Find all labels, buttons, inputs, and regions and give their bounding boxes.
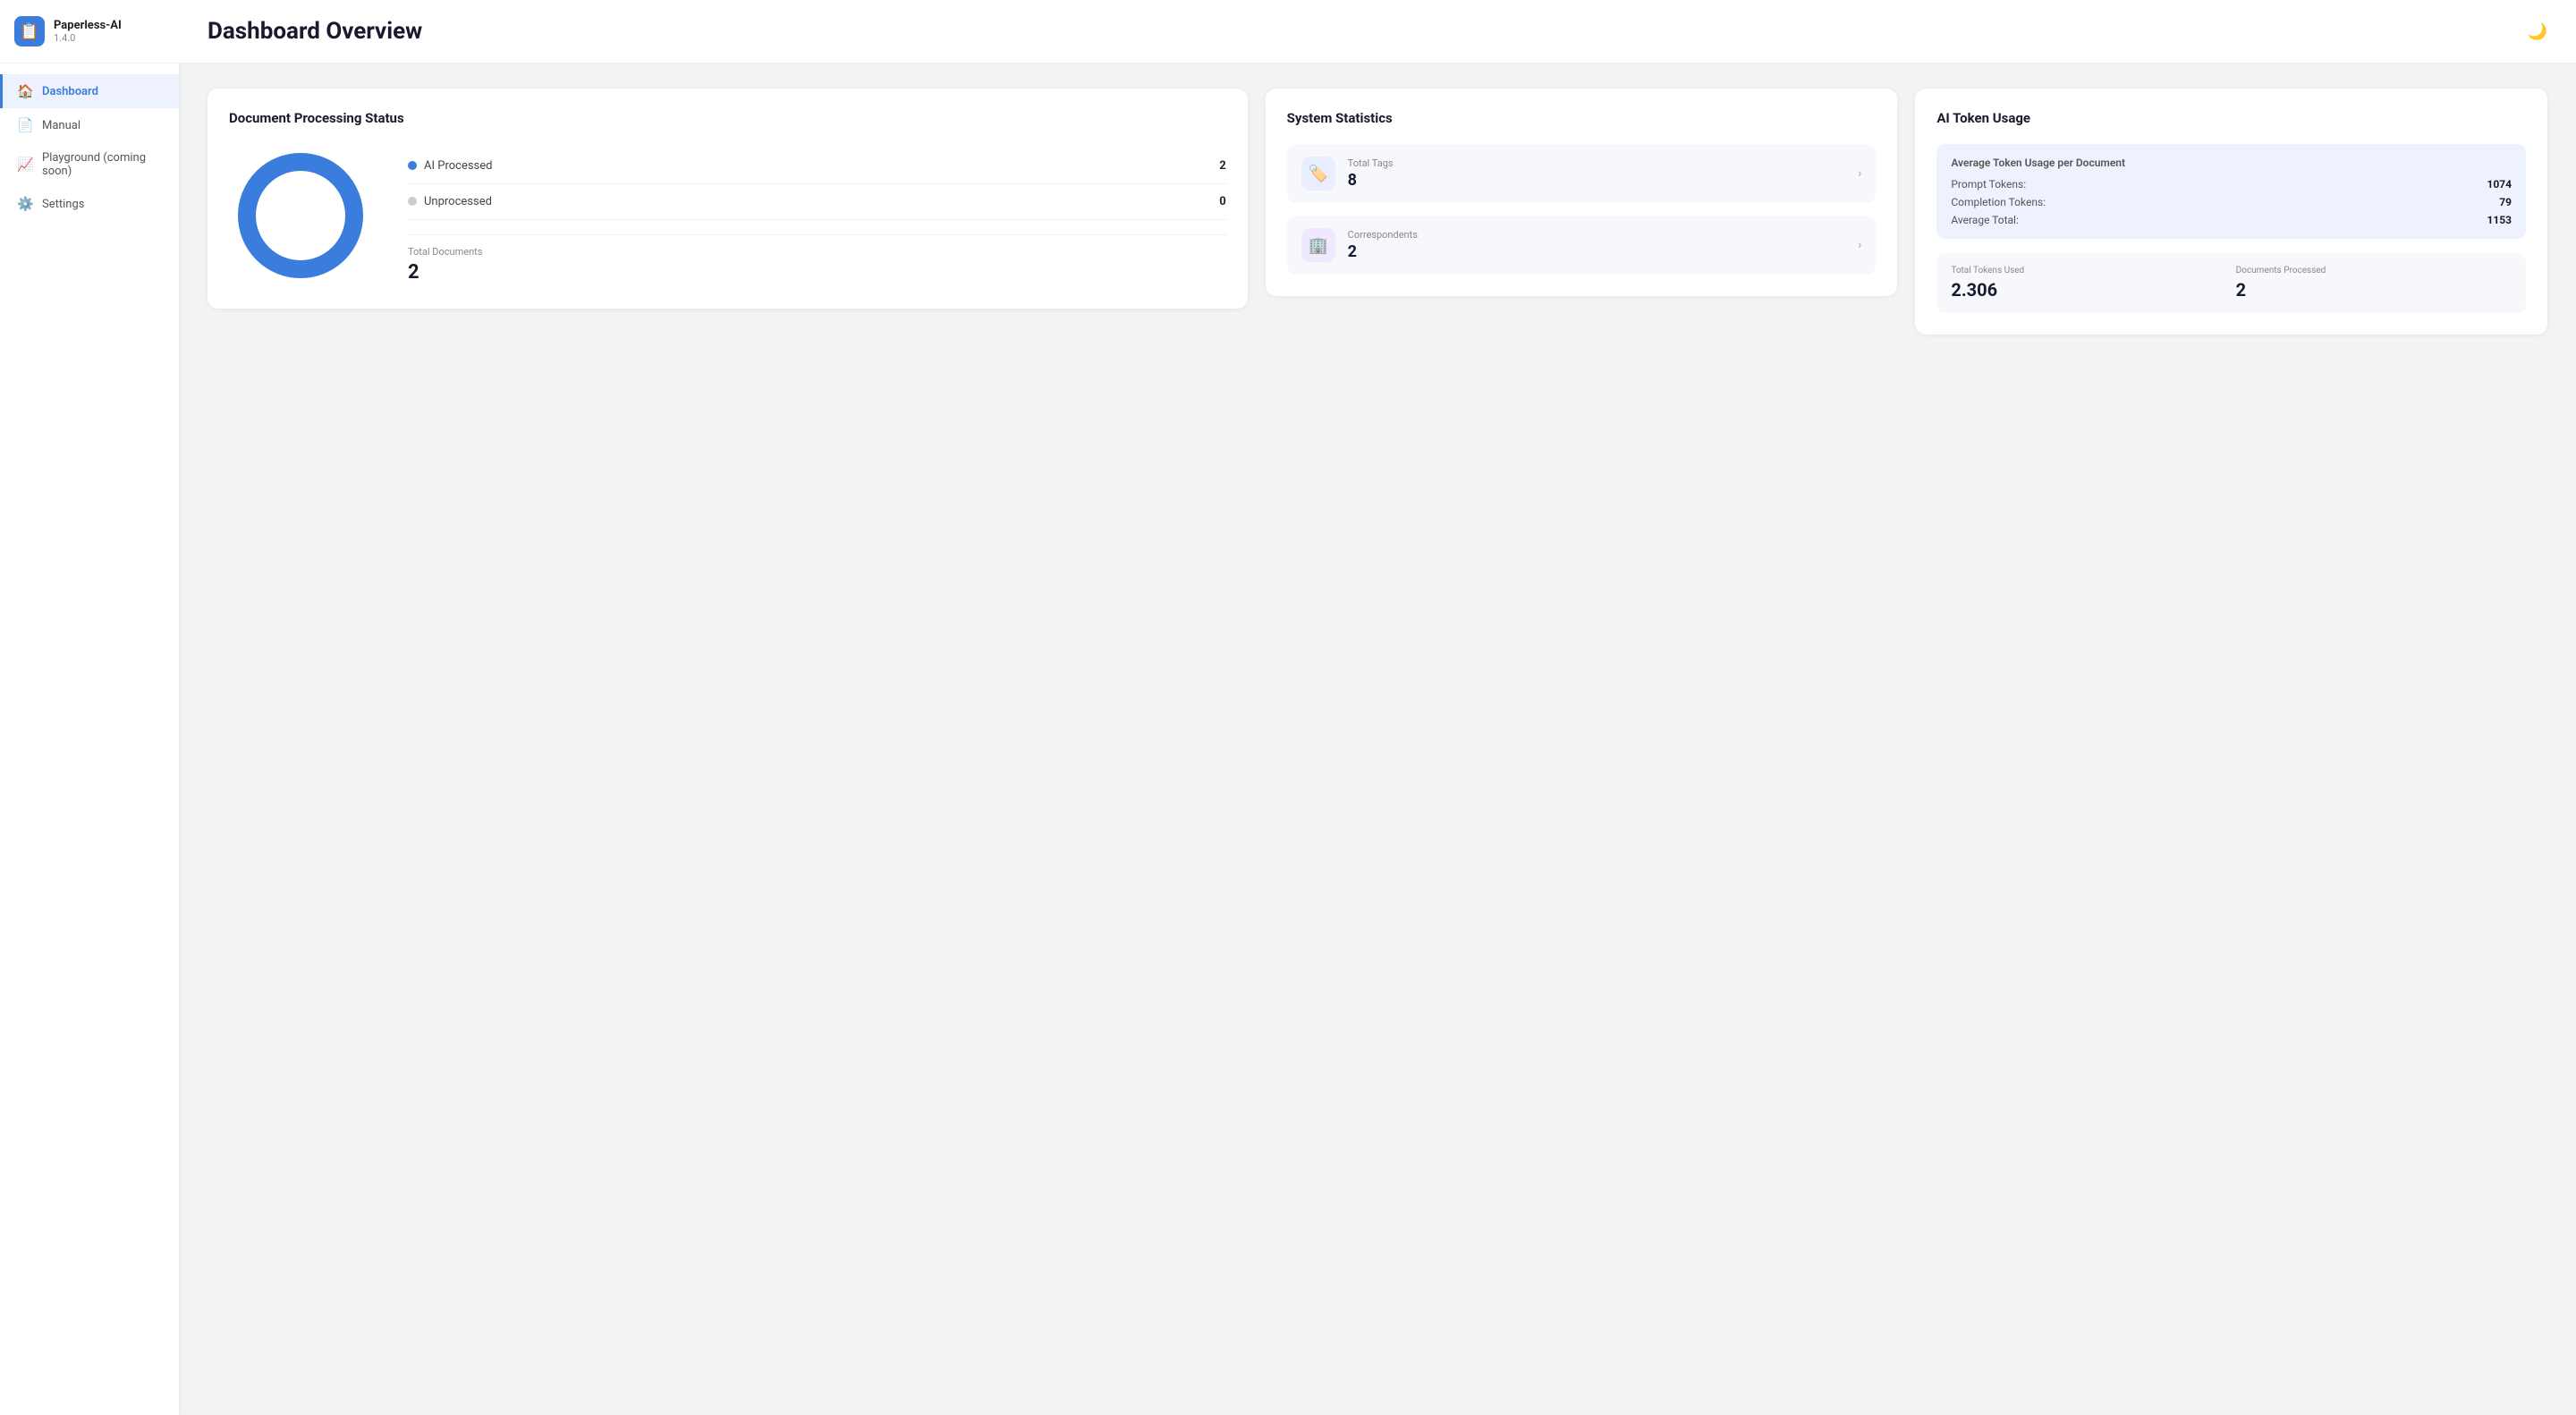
system-stats-card: System Statistics 🏷️ Total Tags 8 › 🏢 bbox=[1266, 89, 1898, 296]
token-row-completion: Completion Tokens: 79 bbox=[1951, 196, 2512, 208]
processing-status-card: Document Processing Status AI Pro bbox=[208, 89, 1248, 309]
sidebar-label-settings: Settings bbox=[42, 198, 84, 211]
stat-corr-left: 🏢 Correspondents 2 bbox=[1301, 228, 1418, 262]
stats-card-title: System Statistics bbox=[1287, 110, 1877, 126]
total-docs-label: Total Documents bbox=[408, 246, 1226, 258]
main-content: Dashboard Overview 🌙 Document Processing… bbox=[179, 0, 2576, 1415]
token-row-avg-total: Average Total: 1153 bbox=[1951, 214, 2512, 226]
legend-left-processed: AI Processed bbox=[408, 159, 492, 173]
app-logo: 📋 Paperless-AI 1.4.0 bbox=[0, 0, 179, 64]
tags-label: Total Tags bbox=[1348, 157, 1394, 169]
donut-chart bbox=[229, 144, 372, 287]
playground-icon: 📈 bbox=[17, 157, 33, 173]
corr-icon-wrap: 🏢 bbox=[1301, 228, 1335, 262]
processing-body: AI Processed 2 Unprocessed 0 Total Docum… bbox=[229, 144, 1226, 287]
app-logo-icon: 📋 bbox=[14, 16, 45, 47]
sidebar-label-dashboard: Dashboard bbox=[42, 85, 98, 98]
corr-label: Correspondents bbox=[1348, 229, 1418, 241]
legend-area: AI Processed 2 Unprocessed 0 Total Docum… bbox=[408, 148, 1226, 284]
stat-item-correspondents[interactable]: 🏢 Correspondents 2 › bbox=[1287, 216, 1877, 275]
dashboard-content: Document Processing Status AI Pro bbox=[179, 64, 2576, 360]
legend-item-processed: AI Processed 2 bbox=[408, 148, 1226, 184]
corr-value: 2 bbox=[1348, 242, 1418, 261]
token-totals-box: Total Tokens Used 2.306 Documents Proces… bbox=[1936, 253, 2526, 313]
legend-left-unprocessed: Unprocessed bbox=[408, 195, 492, 208]
processed-value: 2 bbox=[1219, 159, 1225, 173]
total-docs-value: 2 bbox=[408, 261, 1226, 284]
prompt-tokens-label: Prompt Tokens: bbox=[1951, 178, 2026, 191]
token-avg-box: Average Token Usage per Document Prompt … bbox=[1936, 144, 2526, 239]
stat-tags-info: Total Tags 8 bbox=[1348, 157, 1394, 190]
token-totals-grid: Total Tokens Used 2.306 Documents Proces… bbox=[1951, 266, 2512, 301]
page-title: Dashboard Overview bbox=[208, 18, 422, 45]
sidebar-label-manual: Manual bbox=[42, 119, 80, 132]
docs-processed-label: Documents Processed bbox=[2236, 266, 2512, 275]
correspondents-icon: 🏢 bbox=[1308, 236, 1327, 255]
legend-item-unprocessed: Unprocessed 0 bbox=[408, 184, 1226, 220]
avg-total-label: Average Total: bbox=[1951, 214, 2019, 226]
processed-dot bbox=[408, 161, 417, 170]
token-usage-card: AI Token Usage Average Token Usage per D… bbox=[1915, 89, 2547, 335]
token-avg-title: Average Token Usage per Document bbox=[1951, 157, 2512, 169]
sidebar-item-manual[interactable]: 📄 Manual bbox=[0, 108, 179, 142]
manual-icon: 📄 bbox=[17, 117, 33, 133]
topbar: Dashboard Overview 🌙 bbox=[179, 0, 2576, 64]
tokens-card-title: AI Token Usage bbox=[1936, 110, 2526, 126]
corr-chevron-icon: › bbox=[1858, 238, 1861, 252]
sidebar-nav: 🏠 Dashboard 📄 Manual 📈 Playground (comin… bbox=[0, 64, 179, 1415]
sidebar-item-dashboard[interactable]: 🏠 Dashboard bbox=[0, 74, 179, 108]
processed-label: AI Processed bbox=[424, 159, 492, 173]
total-docs-section: Total Documents 2 bbox=[408, 234, 1226, 284]
total-tokens-label: Total Tokens Used bbox=[1951, 266, 2226, 275]
docs-processed-value: 2 bbox=[2236, 279, 2512, 301]
docs-processed-total: Documents Processed 2 bbox=[2236, 266, 2512, 301]
app-logo-text: Paperless-AI 1.4.0 bbox=[54, 19, 122, 44]
token-row-prompt: Prompt Tokens: 1074 bbox=[1951, 178, 2512, 191]
total-tokens-value: 2.306 bbox=[1951, 279, 2226, 301]
dark-mode-toggle[interactable]: 🌙 bbox=[2528, 22, 2547, 41]
tags-chevron-icon: › bbox=[1858, 166, 1861, 181]
app-name: Paperless-AI bbox=[54, 19, 122, 32]
sidebar-item-playground[interactable]: 📈 Playground (coming soon) bbox=[0, 142, 179, 187]
unprocessed-dot bbox=[408, 197, 417, 206]
unprocessed-value: 0 bbox=[1219, 195, 1225, 208]
completion-tokens-label: Completion Tokens: bbox=[1951, 196, 2046, 208]
tags-icon: 🏷️ bbox=[1308, 165, 1327, 183]
sidebar-item-settings[interactable]: ⚙️ Settings bbox=[0, 187, 179, 221]
total-tokens-used: Total Tokens Used 2.306 bbox=[1951, 266, 2226, 301]
sidebar-label-playground: Playground (coming soon) bbox=[42, 151, 165, 178]
settings-icon: ⚙️ bbox=[17, 196, 33, 212]
avg-total-value: 1153 bbox=[2487, 214, 2512, 226]
processing-card-title: Document Processing Status bbox=[229, 110, 1226, 126]
stat-item-tags[interactable]: 🏷️ Total Tags 8 › bbox=[1287, 144, 1877, 203]
home-icon: 🏠 bbox=[17, 83, 33, 99]
unprocessed-label: Unprocessed bbox=[424, 195, 492, 208]
tags-value: 8 bbox=[1348, 171, 1394, 190]
stat-corr-info: Correspondents 2 bbox=[1348, 229, 1418, 261]
stat-tags-left: 🏷️ Total Tags 8 bbox=[1301, 157, 1394, 191]
completion-tokens-value: 79 bbox=[2499, 196, 2512, 208]
sidebar: 📋 Paperless-AI 1.4.0 🏠 Dashboard 📄 Manua… bbox=[0, 0, 179, 1415]
tags-icon-wrap: 🏷️ bbox=[1301, 157, 1335, 191]
app-version: 1.4.0 bbox=[54, 32, 122, 44]
prompt-tokens-value: 1074 bbox=[2487, 178, 2512, 191]
